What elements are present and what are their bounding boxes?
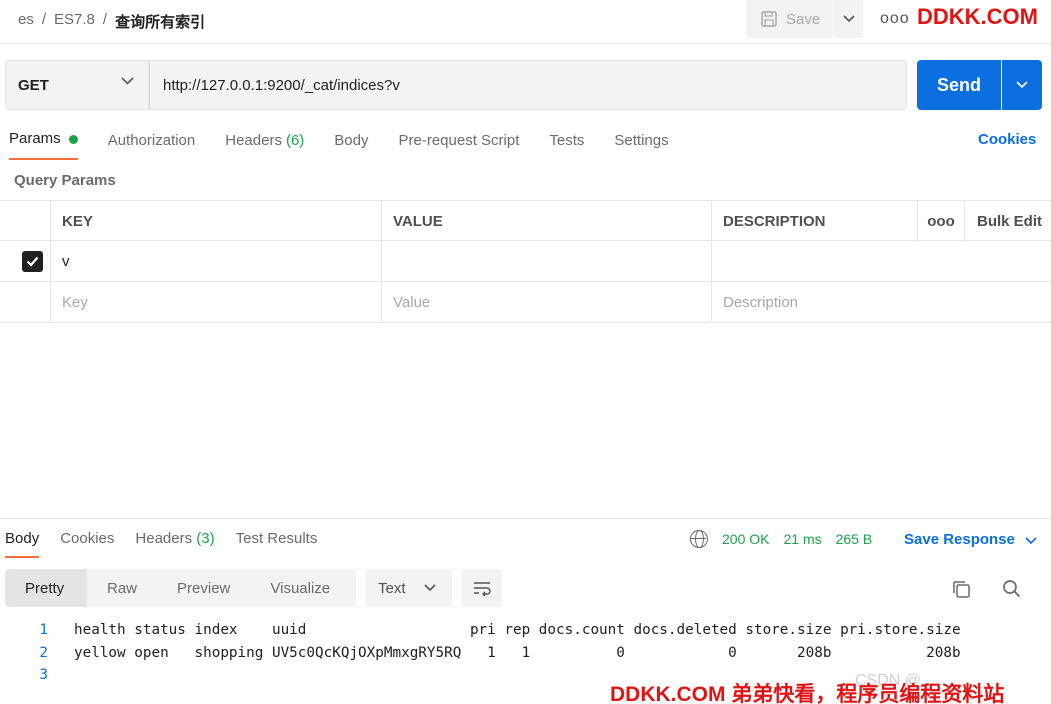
wrap-lines-button[interactable] bbox=[462, 569, 502, 607]
tab-headers-label: Headers bbox=[225, 131, 282, 149]
response-tabs: Body Cookies Headers (3) Test Results bbox=[5, 530, 338, 558]
row-check-cell bbox=[0, 282, 50, 323]
checkmark-icon bbox=[26, 256, 39, 267]
breadcrumb-item-folder[interactable]: ES7.8 bbox=[54, 11, 95, 32]
content-type-label: Text bbox=[378, 579, 406, 597]
query-params-title: Query Params bbox=[14, 172, 116, 189]
send-button[interactable]: Send bbox=[917, 60, 1001, 110]
tab-tests[interactable]: Tests bbox=[549, 130, 584, 150]
save-response-label: Save Response bbox=[904, 531, 1015, 548]
watermark-banner: DDKK.COM 弟弟快看，程序员编程资料站 bbox=[610, 683, 1005, 704]
table-row: v bbox=[0, 241, 1051, 282]
resp-tab-test-results[interactable]: Test Results bbox=[236, 530, 318, 550]
line-number: 3 bbox=[39, 667, 48, 683]
row-check-cell bbox=[0, 241, 50, 282]
resp-tab-headers[interactable]: Headers (3) bbox=[135, 530, 214, 550]
save-button[interactable]: Save bbox=[746, 0, 833, 38]
code-line: 1 health status index uuid pri rep docs.… bbox=[0, 622, 961, 645]
new-value-input[interactable]: Value bbox=[381, 282, 711, 323]
line-text: yellow open shopping UV5c0QcKQjOXpMmxgRY… bbox=[74, 644, 961, 661]
param-value-input[interactable] bbox=[381, 241, 711, 282]
new-description-input[interactable]: Description bbox=[711, 282, 1051, 323]
watermark-logo: DDKK.COM bbox=[917, 4, 1038, 29]
response-meta: 200 OK 21 ms 265 B bbox=[690, 530, 872, 548]
globe-icon[interactable] bbox=[690, 530, 708, 548]
table-row-new: Key Value Description bbox=[0, 282, 1051, 323]
cookies-link[interactable]: Cookies bbox=[978, 131, 1036, 148]
format-selector: Pretty Raw Preview Visualize bbox=[5, 569, 356, 607]
line-number: 2 bbox=[39, 644, 48, 661]
method-label: GET bbox=[18, 76, 49, 94]
chevron-down-icon bbox=[1025, 537, 1037, 545]
params-header-row: KEY VALUE DESCRIPTION ooo Bulk Edit bbox=[0, 200, 1051, 242]
request-tabs: Params Authorization Headers (6) Body Pr… bbox=[9, 130, 699, 160]
url-input[interactable]: http://127.0.0.1:9200/_cat/indices?v bbox=[149, 60, 907, 110]
tab-body[interactable]: Body bbox=[334, 130, 368, 150]
bulk-edit-button[interactable]: Bulk Edit bbox=[964, 201, 1051, 242]
url-text: http://127.0.0.1:9200/_cat/indices?v bbox=[163, 76, 400, 94]
tab-headers[interactable]: Headers (6) bbox=[225, 130, 304, 150]
save-icon bbox=[761, 11, 777, 27]
content-type-select[interactable]: Text bbox=[366, 569, 452, 607]
status-code[interactable]: 200 OK bbox=[722, 531, 769, 547]
wrap-lines-icon bbox=[474, 582, 491, 596]
resp-tab-cookies[interactable]: Cookies bbox=[60, 530, 114, 550]
resp-tab-headers-label: Headers bbox=[135, 530, 193, 547]
enabled-checkbox[interactable] bbox=[22, 251, 43, 272]
tab-params[interactable]: Params bbox=[9, 130, 78, 160]
copy-icon[interactable] bbox=[952, 580, 971, 599]
active-dot-icon bbox=[68, 135, 78, 144]
chevron-down-icon bbox=[1016, 81, 1028, 89]
chevron-down-icon bbox=[423, 584, 436, 592]
resp-tab-body[interactable]: Body bbox=[5, 530, 40, 558]
search-icon[interactable] bbox=[1002, 579, 1021, 598]
response-divider[interactable] bbox=[0, 518, 1051, 519]
param-key-input[interactable]: v bbox=[50, 241, 381, 282]
header-key: KEY bbox=[50, 201, 381, 242]
breadcrumb-separator: / bbox=[41, 11, 47, 28]
tab-authorization[interactable]: Authorization bbox=[108, 130, 196, 150]
column-options-icon[interactable]: ooo bbox=[917, 201, 964, 242]
method-select[interactable]: GET bbox=[5, 60, 149, 110]
new-key-input[interactable]: Key bbox=[50, 282, 381, 323]
breadcrumb-separator: / bbox=[102, 11, 108, 28]
save-label: Save bbox=[786, 10, 821, 28]
line-number: 1 bbox=[39, 622, 48, 638]
send-dropdown-button[interactable] bbox=[1002, 60, 1042, 110]
breadcrumb-item-collection[interactable]: es bbox=[18, 11, 34, 32]
line-text: health status index uuid pri rep docs.co… bbox=[74, 622, 961, 638]
format-pretty[interactable]: Pretty bbox=[5, 569, 87, 607]
tab-params-label: Params bbox=[9, 130, 61, 147]
chevron-down-icon bbox=[842, 15, 855, 23]
header-check-cell bbox=[0, 201, 50, 242]
breadcrumb: es / ES7.8 / 查询所有索引 bbox=[18, 11, 205, 32]
save-dropdown-button[interactable] bbox=[834, 0, 863, 38]
top-bar: es / ES7.8 / 查询所有索引 Save ooo DDKK.COM bbox=[0, 0, 1051, 44]
breadcrumb-item-request[interactable]: 查询所有索引 bbox=[115, 11, 205, 32]
param-description-input[interactable] bbox=[711, 241, 1051, 282]
tab-prerequest-script[interactable]: Pre-request Script bbox=[399, 130, 520, 150]
more-options-icon[interactable]: ooo bbox=[880, 10, 910, 28]
resp-tab-headers-count: (3) bbox=[196, 530, 215, 547]
chevron-down-icon bbox=[121, 77, 134, 85]
header-description: DESCRIPTION bbox=[711, 201, 917, 242]
response-size[interactable]: 265 B bbox=[836, 531, 873, 547]
params-table: KEY VALUE DESCRIPTION ooo Bulk Edit v Ke… bbox=[0, 200, 1051, 323]
format-visualize[interactable]: Visualize bbox=[250, 569, 350, 607]
response-time[interactable]: 21 ms bbox=[783, 531, 821, 547]
format-preview[interactable]: Preview bbox=[157, 569, 250, 607]
format-raw[interactable]: Raw bbox=[87, 569, 157, 607]
tab-headers-count: (6) bbox=[285, 131, 305, 149]
tab-settings[interactable]: Settings bbox=[614, 130, 668, 150]
code-line: 2 yellow open shopping UV5c0QcKQjOXpMmxg… bbox=[0, 644, 961, 668]
save-response-button[interactable]: Save Response bbox=[904, 531, 1037, 549]
header-value: VALUE bbox=[381, 201, 711, 242]
